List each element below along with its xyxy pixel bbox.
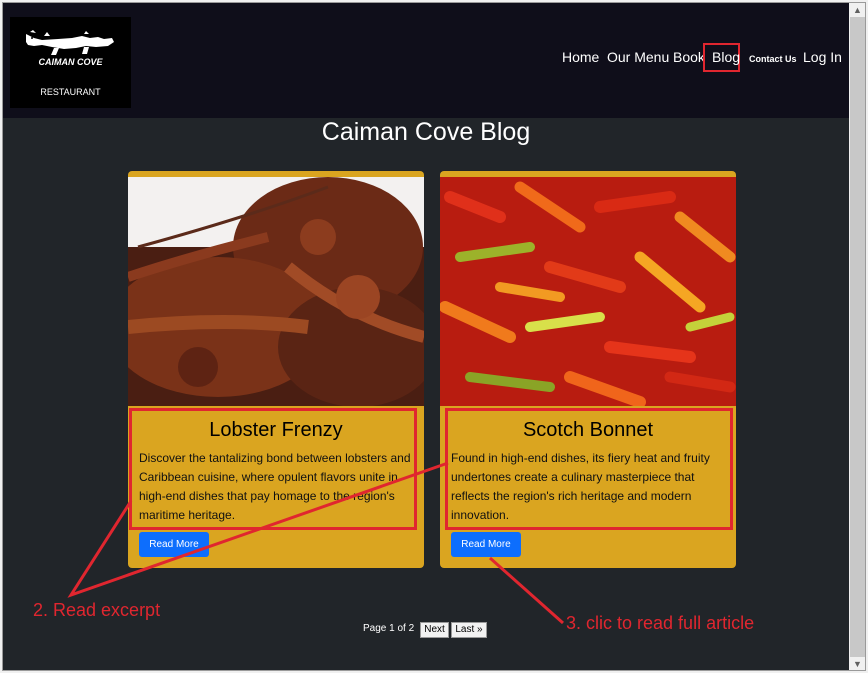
logo-brand: CAIMAN COVE	[38, 57, 103, 67]
navbar: CAIMAN COVE RESTAURANT Home Our Menu Boo…	[3, 3, 849, 118]
nav-home[interactable]: Home	[562, 49, 599, 65]
site-logo[interactable]: CAIMAN COVE RESTAURANT	[10, 17, 131, 108]
nav-blog[interactable]: Blog	[712, 49, 740, 65]
logo-subtitle: RESTAURANT	[40, 87, 101, 97]
scrollbar[interactable]: ▲ ▼	[849, 3, 865, 670]
nav-log-in[interactable]: Log In	[803, 49, 842, 65]
scroll-up-arrow-icon[interactable]: ▲	[853, 5, 862, 15]
last-page-button[interactable]: Last »	[451, 622, 487, 638]
annotation-step-2: 2. Read excerpt	[33, 600, 161, 620]
nav-book[interactable]: Book	[673, 49, 705, 65]
read-more-button[interactable]: Read More	[451, 532, 521, 557]
total-pages: 2	[408, 623, 415, 634]
page-title: Caiman Cove Blog	[321, 118, 531, 146]
excerpt-highlight	[129, 408, 417, 530]
blog-card: Scotch Bonnet Found in high-end dishes, …	[440, 171, 736, 568]
lobster-photo	[128, 177, 424, 406]
excerpt-highlight	[445, 408, 733, 530]
page-of: of	[397, 623, 406, 634]
page-prefix: Page	[363, 623, 387, 634]
annotation-step-3: 3. clic to read full article	[566, 613, 755, 633]
next-page-button[interactable]: Next	[420, 622, 449, 638]
crocodile-icon	[26, 30, 114, 55]
scrollbar-thumb[interactable]	[850, 17, 865, 657]
pagination-label: Page 1 of 2	[363, 623, 414, 634]
nav-our-menu[interactable]: Our Menu	[607, 49, 669, 65]
blog-card: Lobster Frenzy Discover the tantalizing …	[128, 171, 424, 568]
current-page: 1	[389, 623, 395, 634]
browser-viewport: CAIMAN COVE RESTAURANT Home Our Menu Boo…	[2, 2, 866, 671]
nav-contact-us[interactable]: Contact Us	[749, 54, 797, 64]
chili-peppers-photo	[440, 177, 736, 406]
read-more-button[interactable]: Read More	[139, 532, 209, 557]
scroll-down-arrow-icon[interactable]: ▼	[853, 659, 862, 669]
